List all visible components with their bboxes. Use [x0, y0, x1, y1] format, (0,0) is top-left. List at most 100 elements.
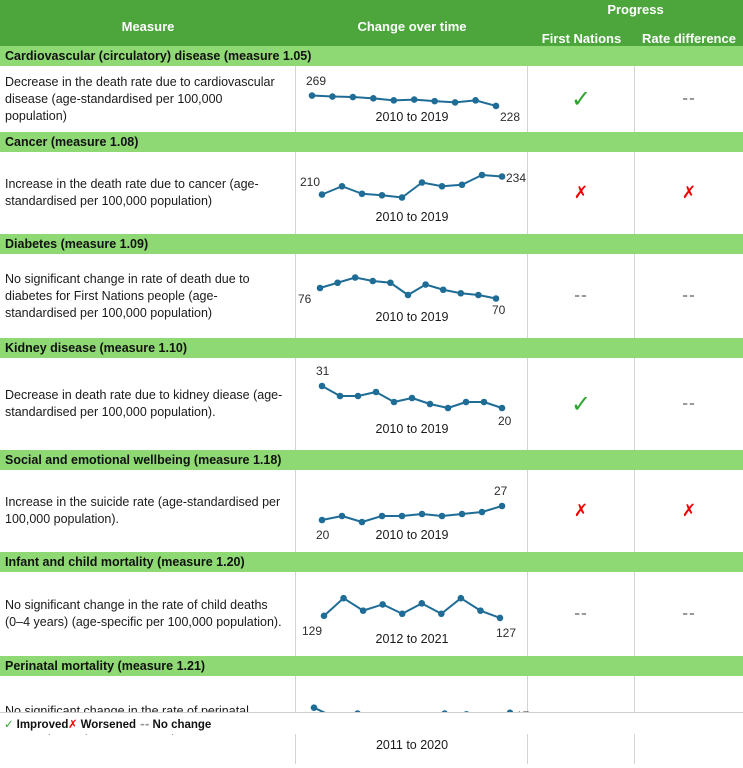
sparkline-chart	[318, 502, 506, 526]
sparkline-path	[321, 505, 503, 523]
table-row: No significant change in the rate of chi…	[0, 572, 743, 656]
cross-icon: ✗	[68, 717, 78, 731]
sparkline-point	[318, 382, 326, 390]
sparkline-point	[398, 194, 406, 201]
progress-rate-difference-cell: ✗	[635, 470, 743, 552]
table-body: Cardiovascular (circulatory) disease (me…	[0, 46, 743, 764]
check-icon: ✓	[4, 717, 14, 731]
sparkline-point	[308, 92, 316, 99]
progress-first-nations-cell: --	[528, 254, 635, 338]
legend-label-no-change: No change	[152, 719, 212, 731]
table-row: No significant change in rate of death d…	[0, 254, 743, 338]
sparkline-point	[310, 704, 318, 711]
column-header-measure: Measure	[121, 19, 175, 34]
sparkline-point	[492, 102, 500, 110]
section-title: Perinatal mortality (measure 1.21)	[5, 659, 206, 673]
sparkline-point	[398, 512, 406, 520]
section-header-row: Cancer (measure 1.08)	[0, 132, 743, 152]
sparkline-point	[390, 97, 398, 104]
sparkline-point	[492, 295, 500, 302]
sparkline-point	[404, 291, 412, 299]
sparkline-point	[426, 400, 434, 408]
sparkline-point	[329, 93, 336, 100]
sparkline-point	[438, 610, 445, 618]
sparkline-point	[349, 93, 357, 101]
section-header-row: Social and emotional wellbeing (measure …	[0, 450, 743, 470]
sparkline-point	[320, 612, 328, 620]
measure-cell: No significant change in rate of death d…	[0, 254, 296, 338]
measure-cell: Increase in the suicide rate (age-standa…	[0, 470, 296, 552]
sparkline-point	[390, 398, 398, 406]
check-icon: ✓	[570, 85, 592, 113]
sparkline-period-label: 2010 to 2019	[375, 110, 449, 124]
sparkline-point	[359, 607, 367, 614]
section-title: Kidney disease (measure 1.10)	[5, 341, 188, 355]
column-header-first-nations: First Nations	[541, 31, 622, 46]
progress-table: Measure Change over time Progress First …	[0, 0, 743, 764]
sparkline-container: 210 234 2010 to 2019	[296, 152, 528, 234]
dash-icon: --	[682, 396, 696, 412]
sparkline-point	[370, 95, 377, 102]
table-row: Decrease in the death rate due to cardio…	[0, 66, 743, 132]
sparkline-end-value: 27	[494, 484, 508, 498]
section-header-row: Kidney disease (measure 1.10)	[0, 338, 743, 358]
sparkline-start-value: 210	[300, 174, 321, 189]
sparkline-point	[372, 388, 380, 396]
sparkline-path	[323, 597, 501, 619]
sparkline-point	[431, 97, 438, 105]
progress-first-nations-cell: ✗	[528, 152, 635, 234]
legend-label-worsened: Worsened	[80, 719, 137, 731]
sparkline-point	[378, 512, 386, 520]
dash-icon: --	[574, 606, 588, 622]
sparkline-point	[498, 173, 506, 180]
progress-first-nations-cell: ✓	[528, 66, 635, 132]
section-header-row: Diabetes (measure 1.09)	[0, 234, 743, 254]
sparkline-point	[354, 392, 362, 400]
sparkline-period-label: 2010 to 2019	[375, 310, 449, 324]
sparkline-point	[438, 512, 446, 520]
measure-cell: Decrease in death rate due to kidney die…	[0, 358, 296, 450]
sparkline-period-label: 2011 to 2020	[375, 738, 449, 752]
sparkline-point	[496, 614, 504, 622]
sparkline-point	[457, 594, 465, 602]
sparkline-path	[311, 94, 497, 107]
measure-description: No significant change in rate of death d…	[5, 271, 250, 320]
sparkline-chart	[308, 92, 500, 110]
cross-icon: ✗	[681, 500, 697, 521]
measure-description: Increase in the suicide rate (age-standa…	[5, 495, 281, 526]
cross-icon: ✗	[573, 500, 589, 521]
sparkline-point	[478, 171, 486, 179]
sparkline-point	[462, 398, 470, 406]
sparkline-point	[418, 600, 426, 607]
column-header-progress: Progress	[607, 2, 664, 17]
table-row: Decrease in death rate due to kidney die…	[0, 358, 743, 450]
sparkline-point	[318, 516, 326, 524]
sparkline-point	[458, 181, 466, 189]
sparkline-point	[418, 179, 426, 186]
column-header-change-over-time: Change over time	[357, 19, 467, 34]
progress-rate-difference-cell: --	[635, 572, 743, 656]
sparkline-point	[498, 502, 506, 510]
dash-icon: --	[682, 606, 696, 622]
measure-description: No significant change in the rate of chi…	[5, 598, 282, 629]
progress-rate-difference-cell: --	[635, 254, 743, 338]
sparkline-point	[498, 404, 506, 412]
change-over-time-cell: 31 20 2010 to 2019	[296, 358, 528, 450]
progress-first-nations-cell: --	[528, 572, 635, 656]
section-title: Social and emotional wellbeing (measure …	[5, 453, 282, 467]
column-header-rate-difference: Rate difference	[642, 31, 736, 46]
sparkline-point	[439, 286, 447, 294]
sparkline-point	[478, 508, 486, 516]
dash-icon: --	[140, 717, 150, 731]
sparkline-start-value: 31	[316, 364, 330, 378]
sparkline-point	[451, 99, 459, 106]
sparkline-container: 20 27 2010 to 2019	[296, 470, 528, 552]
sparkline-point	[338, 512, 346, 520]
sparkline-path	[321, 174, 503, 199]
sparkline-period-label: 2012 to 2021	[375, 632, 449, 646]
sparkline-point	[444, 404, 452, 412]
measure-description: Decrease in the death rate due to cardio…	[5, 74, 275, 123]
sparkline-end-value: 234	[506, 170, 527, 185]
measure-cell: Increase in the death rate due to cancer…	[0, 152, 296, 234]
section-header-row: Infant and child mortality (measure 1.20…	[0, 552, 743, 572]
